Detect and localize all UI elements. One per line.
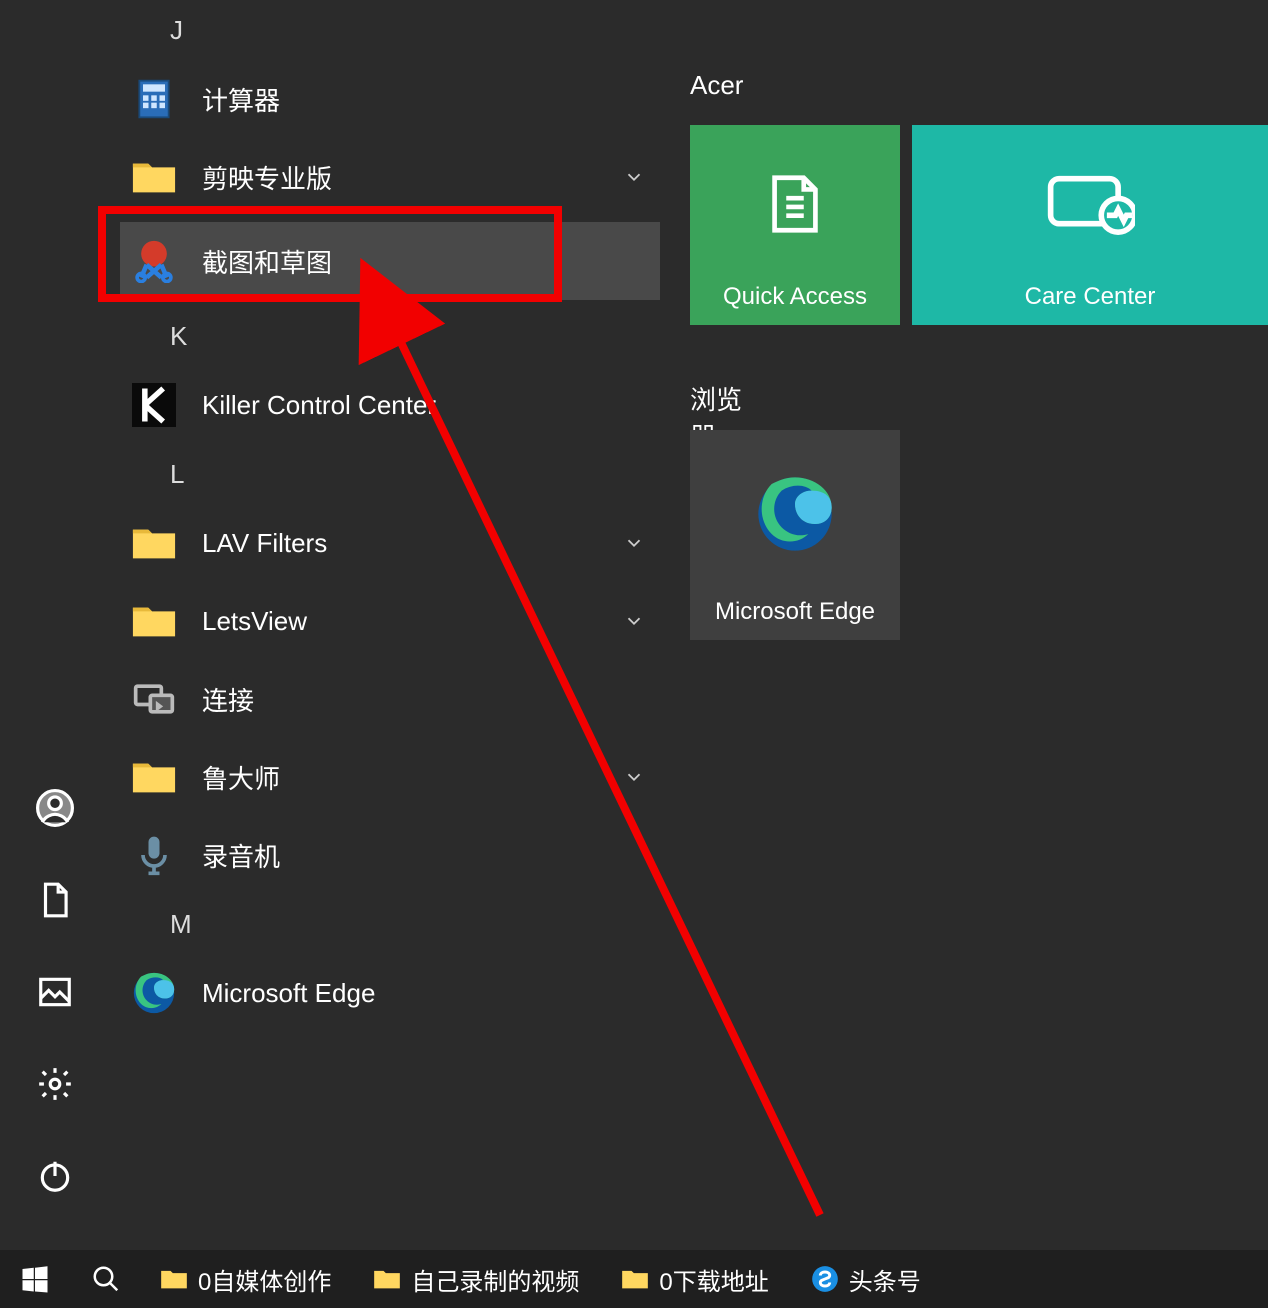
taskbar-folder-video[interactable]: 自己录制的视频 <box>355 1250 597 1308</box>
killer-icon <box>130 381 178 429</box>
app-label: 剪映专业版 <box>202 159 332 196</box>
app-label: 连接 <box>202 681 254 718</box>
folder-icon <box>373 1265 401 1293</box>
taskbar-toutiao[interactable]: 头条号 <box>793 1250 939 1308</box>
expand-button[interactable] <box>614 601 654 641</box>
app-jianying[interactable]: 剪映专业版 <box>120 138 660 216</box>
letter-header-m[interactable]: M <box>120 894 660 954</box>
folder-icon <box>621 1265 649 1293</box>
app-lav-filters[interactable]: LAV Filters <box>120 504 660 582</box>
letter-header-l[interactable]: L <box>120 444 660 504</box>
folder-icon <box>130 597 178 645</box>
app-label: 鲁大师 <box>202 759 280 796</box>
user-icon <box>36 789 74 827</box>
calculator-icon <box>130 75 178 123</box>
search-icon <box>91 1264 121 1294</box>
edge-icon <box>690 430 900 598</box>
user-account-button[interactable] <box>29 782 81 834</box>
start-menu: J 计算器 剪映专业版 截图和草图 K <box>0 0 1268 1250</box>
app-label: LAV Filters <box>202 528 327 559</box>
taskbar-folder-media[interactable]: 0自媒体创作 <box>142 1250 349 1308</box>
letter-header-k[interactable]: K <box>120 306 660 366</box>
start-rail <box>0 782 110 1250</box>
taskbar-folder-download[interactable]: 0下载地址 <box>603 1250 786 1308</box>
tiles-area: Acer Quick Access Care Center 浏览器 Micros… <box>690 70 743 121</box>
expand-button[interactable] <box>614 523 654 563</box>
app-label: 计算器 <box>202 81 280 118</box>
sogou-icon <box>811 1265 839 1293</box>
app-ludashi[interactable]: 鲁大师 <box>120 738 660 816</box>
gear-icon <box>36 1065 74 1103</box>
microphone-icon <box>130 831 178 879</box>
quick-access-icon <box>690 125 900 283</box>
app-label: LetsView <box>202 606 307 637</box>
settings-button[interactable] <box>29 1058 81 1110</box>
documents-button[interactable] <box>29 874 81 926</box>
start-button[interactable] <box>0 1250 70 1308</box>
app-letsview[interactable]: LetsView <box>120 582 660 660</box>
app-edge[interactable]: Microsoft Edge <box>120 954 660 1032</box>
chevron-down-icon <box>623 610 645 632</box>
care-center-icon <box>912 125 1268 283</box>
connect-icon <box>130 675 178 723</box>
folder-icon <box>130 153 178 201</box>
app-calculator[interactable]: 计算器 <box>120 60 660 138</box>
pictures-button[interactable] <box>29 966 81 1018</box>
app-list: J 计算器 剪映专业版 截图和草图 K <box>120 0 660 1250</box>
app-connect[interactable]: 连接 <box>120 660 660 738</box>
app-label: Microsoft Edge <box>202 978 375 1009</box>
tile-quick-access[interactable]: Quick Access <box>690 125 900 325</box>
edge-icon <box>130 969 178 1017</box>
windows-icon <box>20 1264 50 1294</box>
power-button[interactable] <box>29 1150 81 1202</box>
app-voice-recorder[interactable]: 录音机 <box>120 816 660 894</box>
document-icon <box>36 881 74 919</box>
folder-icon <box>130 519 178 567</box>
tile-care-center[interactable]: Care Center <box>912 125 1268 325</box>
app-label: 截图和草图 <box>202 243 332 280</box>
snip-icon <box>130 237 178 285</box>
power-icon <box>36 1157 74 1195</box>
chevron-down-icon <box>623 532 645 554</box>
app-snip-sketch[interactable]: 截图和草图 <box>120 222 660 300</box>
app-killer[interactable]: Killer Control Center <box>120 366 660 444</box>
taskbar: 0自媒体创作 自己录制的视频 0下载地址 头条号 <box>0 1250 1268 1308</box>
search-button[interactable] <box>76 1250 136 1308</box>
chevron-down-icon <box>623 766 645 788</box>
tile-group-acer[interactable]: Acer <box>690 70 743 101</box>
tile-edge[interactable]: Microsoft Edge <box>690 430 900 640</box>
folder-icon <box>130 753 178 801</box>
expand-button[interactable] <box>614 157 654 197</box>
picture-icon <box>36 973 74 1011</box>
app-label: 录音机 <box>202 837 280 874</box>
letter-header-j[interactable]: J <box>120 0 660 60</box>
app-label: Killer Control Center <box>202 390 436 421</box>
expand-button[interactable] <box>614 757 654 797</box>
folder-icon <box>160 1265 188 1293</box>
chevron-down-icon <box>623 166 645 188</box>
